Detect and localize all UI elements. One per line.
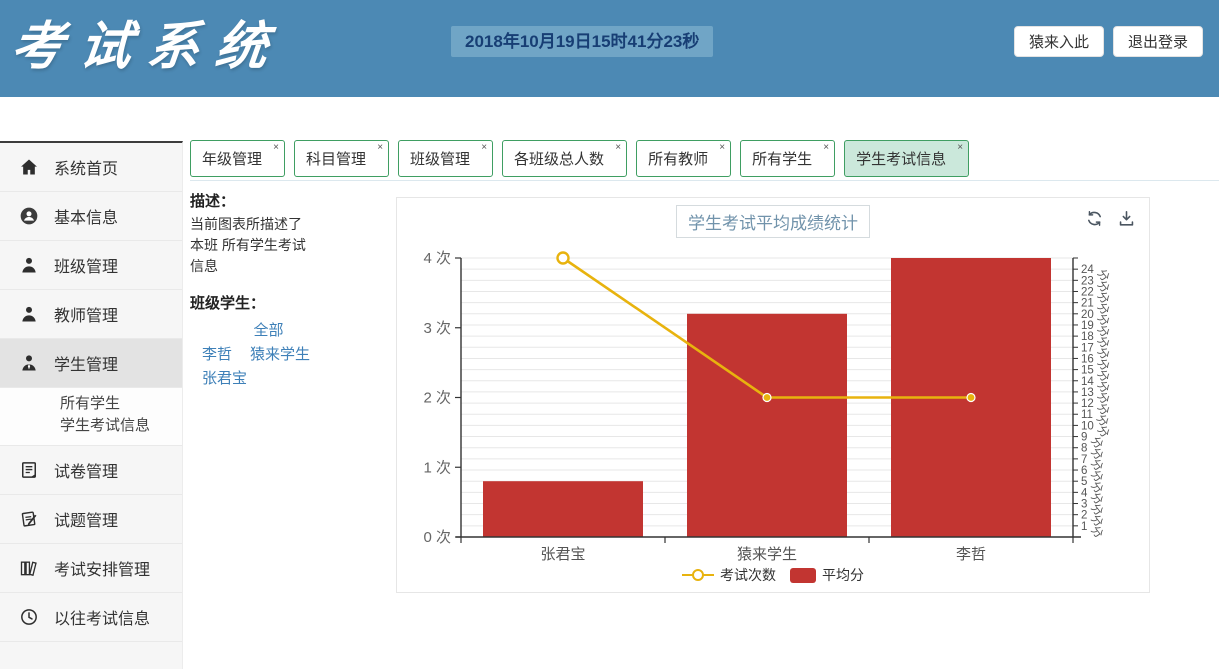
sidebar-item-past-exam-info[interactable]: 以往考试信息 xyxy=(0,593,182,642)
sidebar-item-label: 班级管理 xyxy=(54,253,118,277)
left-axis-label: 3 次 xyxy=(423,320,451,337)
legend-label: 平均分 xyxy=(822,565,864,585)
user-circle-icon xyxy=(19,206,39,226)
line-point-张君宝[interactable] xyxy=(558,253,569,264)
student-link-lizhe[interactable]: 李哲 xyxy=(202,346,232,363)
tab-label: 科目管理 xyxy=(306,151,366,168)
close-icon[interactable]: × xyxy=(823,143,829,153)
left-axis-label: 4 次 xyxy=(423,250,451,267)
legend-exam-count[interactable]: 考试次数 xyxy=(682,565,776,585)
close-icon[interactable]: × xyxy=(377,143,383,153)
tab-subject-mgmt[interactable]: 科目管理 × xyxy=(294,140,389,177)
chart-panel: 学生考试平均成绩统计 0 次1 次2 次3 次4 次1 分2 分3 分4 分5 … xyxy=(396,197,1150,593)
class-students-heading: 班级学生： xyxy=(190,292,395,313)
tab-label: 学生考试信息 xyxy=(856,151,946,168)
sidebar-item-home[interactable]: 系统首页 xyxy=(0,143,182,192)
student-links: 全部 李哲 猿来学生 张君宝 xyxy=(190,319,395,391)
sidebar-item-basic-info[interactable]: 基本信息 xyxy=(0,192,182,241)
sidebar-item-label: 试题管理 xyxy=(54,507,118,531)
sidebar-item-teacher-mgmt[interactable]: 教师管理 xyxy=(0,290,182,339)
sidebar-subitem-student-exam-info[interactable]: 学生考试信息 xyxy=(60,415,182,437)
student-icon xyxy=(19,353,39,373)
datetime-display: 2018年10月19日15时41分23秒 xyxy=(451,26,713,57)
app-logo: 考试系统 xyxy=(8,4,288,79)
student-link-yuanlai[interactable]: 猿来学生 xyxy=(250,346,310,363)
line-point-李哲[interactable] xyxy=(967,394,975,402)
close-icon[interactable]: × xyxy=(957,143,963,153)
sidebar-item-class-mgmt[interactable]: 班级管理 xyxy=(0,241,182,290)
left-axis-label: 1 次 xyxy=(423,459,451,476)
sidebar-item-label: 教师管理 xyxy=(54,302,118,326)
app-header: 考试系统 2018年10月19日15时41分23秒 猿来入此 退出登录 xyxy=(0,0,1219,97)
close-icon[interactable]: × xyxy=(615,143,621,153)
line-point-猿来学生[interactable] xyxy=(763,394,771,402)
tab-student-exam-info[interactable]: 学生考试信息 × xyxy=(844,140,969,177)
sidebar-item-label: 学生管理 xyxy=(54,351,118,375)
description-line: 信息 xyxy=(190,256,395,277)
tab-label: 各班级总人数 xyxy=(514,151,604,168)
tab-all-teachers[interactable]: 所有教师 × xyxy=(636,140,731,177)
person-icon xyxy=(19,255,39,275)
tab-label: 所有教师 xyxy=(648,151,708,168)
sidebar-subitem-all-students[interactable]: 所有学生 xyxy=(60,393,182,415)
tab-grade-mgmt[interactable]: 年级管理 × xyxy=(190,140,285,177)
chart-description: 描述： 当前图表所描述了 本班 所有学生考试 信息 班级学生： 全部 李哲 猿来学… xyxy=(190,190,395,391)
person-icon xyxy=(19,304,39,324)
legend-average-score[interactable]: 平均分 xyxy=(790,565,864,585)
sidebar-item-paper-mgmt[interactable]: 试卷管理 xyxy=(0,446,182,495)
left-axis-label: 2 次 xyxy=(423,390,451,407)
sidebar-item-exam-schedule-mgmt[interactable]: 考试安排管理 xyxy=(0,544,182,593)
student-link-zhangjunbao[interactable]: 张君宝 xyxy=(202,370,247,387)
tab-label: 班级管理 xyxy=(410,151,470,168)
exam-system-app: 考试系统 2018年10月19日15时41分23秒 猿来入此 退出登录 系统首页… xyxy=(0,0,1219,669)
document-icon xyxy=(19,460,39,480)
tab-class-totals[interactable]: 各班级总人数 × xyxy=(502,140,627,177)
tab-label: 所有学生 xyxy=(752,151,812,168)
tab-label: 年级管理 xyxy=(202,151,262,168)
legend-label: 考试次数 xyxy=(720,565,776,585)
close-icon[interactable]: × xyxy=(273,143,279,153)
sidebar-item-label: 以往考试信息 xyxy=(54,605,150,629)
sidebar-item-label: 试卷管理 xyxy=(54,458,118,482)
bar-marker-icon xyxy=(790,568,816,583)
sidebar-item-question-mgmt[interactable]: 试题管理 xyxy=(0,495,182,544)
yuanlai-ruci-button[interactable]: 猿来入此 xyxy=(1014,26,1104,57)
tab-class-mgmt[interactable]: 班级管理 × xyxy=(398,140,493,177)
sidebar-item-label: 基本信息 xyxy=(54,204,118,228)
left-axis-label: 0 次 xyxy=(423,529,451,546)
clock-icon xyxy=(19,607,39,627)
x-axis-label: 李哲 xyxy=(956,546,986,563)
logout-button[interactable]: 退出登录 xyxy=(1113,26,1203,57)
bar-张君宝[interactable] xyxy=(483,481,643,537)
header-buttons: 猿来入此 退出登录 xyxy=(1014,26,1203,57)
chart-canvas: 0 次1 次2 次3 次4 次1 分2 分3 分4 分5 分6 分7 分8 分9… xyxy=(397,198,1149,592)
tab-bar: 年级管理 × 科目管理 × 班级管理 × 各班级总人数 × 所有教师 × 所有学… xyxy=(190,140,1219,181)
chart-legend: 考试次数 平均分 xyxy=(397,565,1149,585)
sidebar-item-label: 考试安排管理 xyxy=(54,556,150,580)
books-icon xyxy=(19,558,39,578)
sidebar-submenu: 所有学生 学生考试信息 xyxy=(0,388,182,446)
student-link-all[interactable]: 全部 xyxy=(253,322,283,339)
bar-猿来学生[interactable] xyxy=(687,314,847,537)
tab-all-students[interactable]: 所有学生 × xyxy=(740,140,835,177)
line-marker-icon xyxy=(682,568,714,582)
sidebar: 系统首页 基本信息 班级管理 教师管理 学生管理 所有学 xyxy=(0,141,183,669)
sidebar-item-label: 系统首页 xyxy=(54,155,118,179)
close-icon[interactable]: × xyxy=(719,143,725,153)
sidebar-item-student-mgmt[interactable]: 学生管理 xyxy=(0,339,182,388)
x-axis-label: 猿来学生 xyxy=(737,546,797,563)
home-icon xyxy=(19,157,39,177)
x-axis-label: 张君宝 xyxy=(540,546,585,563)
description-heading: 描述： xyxy=(190,190,395,211)
description-line: 本班 所有学生考试 xyxy=(190,235,395,256)
description-line: 当前图表所描述了 xyxy=(190,214,395,235)
close-icon[interactable]: × xyxy=(481,143,487,153)
edit-doc-icon xyxy=(19,509,39,529)
